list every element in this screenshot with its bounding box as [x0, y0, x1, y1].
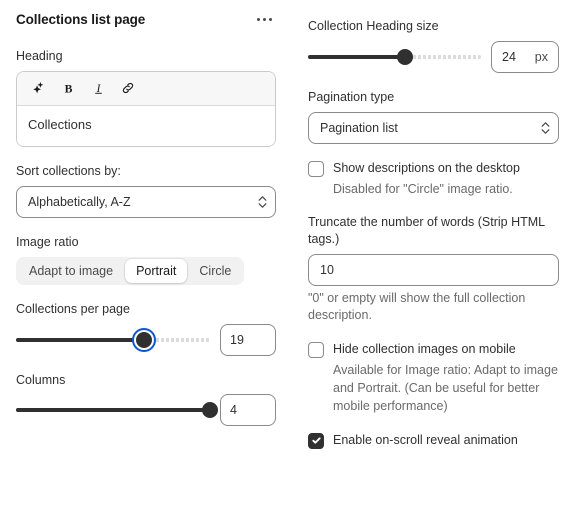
image-ratio-label: Image ratio	[16, 234, 79, 249]
check-icon	[311, 437, 321, 444]
columns-row: 4	[16, 394, 276, 427]
reveal-animation-row: Enable on-scroll reveal animation	[308, 432, 559, 449]
collections-per-page-slider[interactable]	[16, 329, 210, 351]
pagination-type-select[interactable]: Pagination list	[308, 111, 559, 144]
slider-track-active	[16, 408, 210, 413]
collections-per-page-label: Collections per page	[16, 301, 130, 316]
hide-images-mobile-field: Hide collection images on mobile Availab…	[308, 341, 559, 415]
columns-field: Columns 4	[16, 372, 276, 427]
truncate-field: Truncate the number of words (Strip HTML…	[308, 214, 559, 325]
link-icon[interactable]	[115, 75, 141, 101]
pagination-type-select-wrap: Pagination list	[308, 111, 559, 144]
image-ratio-field: Image ratio Adapt to image Portrait Circ…	[16, 234, 276, 285]
hide-images-mobile-row: Hide collection images on mobile	[308, 341, 559, 359]
slider-thumb[interactable]	[136, 331, 153, 348]
heading-field: Heading B I Collections	[16, 48, 276, 147]
slider-thumb[interactable]	[396, 48, 413, 65]
collections-per-page-row: 19	[16, 323, 276, 356]
heading-size-field: Collection Heading size 24 px	[308, 18, 559, 73]
heading-size-input[interactable]: 24 px	[491, 40, 559, 73]
ai-sparkle-icon[interactable]	[25, 75, 51, 101]
hide-images-mobile-checkbox[interactable]	[308, 342, 324, 359]
panel-header: Collections list page	[16, 6, 276, 32]
heading-input[interactable]: Collections	[17, 105, 275, 146]
columns-slider[interactable]	[16, 399, 218, 421]
page-title: Collections list page	[16, 11, 146, 27]
segment-portrait[interactable]: Portrait	[125, 258, 188, 283]
heading-size-label: Collection Heading size	[308, 19, 439, 33]
kebab-dot	[257, 17, 260, 21]
hide-images-mobile-help: Available for Image ratio: Adapt to imag…	[333, 363, 558, 414]
left-column: Collections list page Heading B I Collec…	[0, 0, 290, 521]
show-descriptions-help: Disabled for "Circle" image ratio.	[333, 181, 513, 196]
svg-text:B: B	[64, 82, 72, 95]
image-ratio-segmented-control: Adapt to image Portrait Circle	[16, 256, 245, 285]
bold-icon[interactable]: B	[55, 75, 81, 101]
heading-label: Heading	[16, 49, 63, 63]
columns-input[interactable]: 4	[220, 394, 276, 427]
truncate-help: "0" or empty will show the full collecti…	[308, 290, 526, 323]
slider-thumb[interactable]	[202, 402, 218, 419]
heading-size-unit: px	[534, 49, 548, 64]
segment-circle[interactable]: Circle	[188, 259, 242, 283]
reveal-animation-label: Enable on-scroll reveal animation	[333, 432, 518, 447]
heading-size-row: 24 px	[308, 40, 559, 73]
show-descriptions-label: Show descriptions on the desktop	[333, 160, 520, 175]
slider-track-active	[16, 337, 145, 342]
collections-per-page-input[interactable]: 19	[220, 323, 276, 356]
slider-track-active	[308, 54, 405, 59]
show-descriptions-checkbox[interactable]	[308, 160, 324, 177]
segment-adapt-to-image[interactable]: Adapt to image	[18, 259, 124, 283]
show-descriptions-row: Show descriptions on the desktop	[308, 160, 559, 177]
sort-collections-select[interactable]: Alphabetically, A-Z	[16, 185, 276, 218]
hide-images-mobile-label: Hide collection images on mobile	[333, 342, 516, 357]
rte-toolbar: B I	[17, 71, 275, 106]
heading-size-value: 24	[502, 49, 516, 64]
kebab-dot	[263, 17, 266, 21]
italic-icon[interactable]: I	[85, 75, 111, 101]
truncate-input[interactable]: 10	[308, 253, 559, 286]
truncate-label: Truncate the number of words (Strip HTML…	[308, 214, 545, 246]
reveal-animation-checkbox[interactable]	[308, 432, 324, 449]
right-column: Collection Heading size 24 px Pagination…	[300, 0, 573, 521]
reveal-animation-field: Enable on-scroll reveal animation	[308, 432, 559, 449]
kebab-dot	[269, 17, 272, 21]
heading-size-slider[interactable]	[308, 46, 481, 68]
columns-label: Columns	[16, 372, 66, 387]
kebab-menu-icon[interactable]	[253, 13, 276, 26]
settings-panel: Collections list page Heading B I Collec…	[0, 0, 573, 521]
sort-collections-select-wrap: Alphabetically, A-Z	[16, 185, 276, 218]
sort-collections-field: Sort collections by: Alphabetically, A-Z	[16, 163, 276, 218]
rich-text-editor: B I Collections	[16, 70, 276, 147]
sort-collections-label: Sort collections by:	[16, 163, 121, 178]
pagination-type-label: Pagination type	[308, 89, 395, 104]
collections-per-page-field: Collections per page 19	[16, 301, 276, 356]
show-descriptions-field: Show descriptions on the desktop Disable…	[308, 160, 559, 198]
pagination-type-field: Pagination type Pagination list	[308, 89, 559, 144]
